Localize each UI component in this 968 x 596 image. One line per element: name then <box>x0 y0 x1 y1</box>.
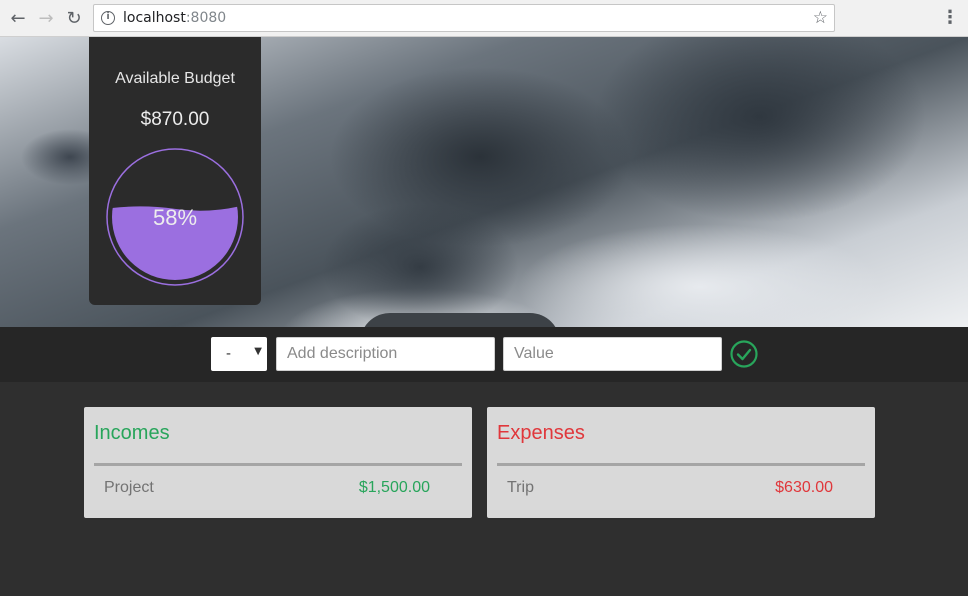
reload-icon[interactable]: ↻ <box>62 6 86 30</box>
value-input[interactable] <box>503 337 722 371</box>
incomes-title: Incomes <box>94 422 170 444</box>
expenses-title: Expenses <box>497 422 585 444</box>
gauge-percent: 58% <box>152 205 198 230</box>
expenses-divider <box>497 463 865 466</box>
type-select[interactable]: - ▼ <box>211 337 267 371</box>
back-arrow-icon[interactable]: ← <box>6 6 30 30</box>
incomes-panel: Incomes Project $1,500.00 <box>84 407 472 518</box>
type-select-value: - <box>226 345 231 362</box>
description-input[interactable] <box>276 337 495 371</box>
budget-card: Available Budget $870.00 58% <box>89 37 261 305</box>
road-curve <box>360 313 560 327</box>
expenses-panel: Expenses Trip $630.00 <box>487 407 875 518</box>
income-name: Project <box>104 479 154 496</box>
expense-row[interactable]: Trip $630.00 <box>507 479 833 499</box>
budget-amount: $870.00 <box>140 109 210 130</box>
forward-arrow-icon[interactable]: → <box>34 6 58 30</box>
kebab-menu-icon[interactable]: ⋮ <box>940 6 960 30</box>
dropdown-arrow-icon: ▼ <box>254 346 262 357</box>
url-text: localhost:8080 <box>123 10 226 26</box>
url-port: :8080 <box>185 10 227 26</box>
info-icon[interactable]: i <box>101 11 115 25</box>
expense-amount: $630.00 <box>775 479 833 496</box>
bookmark-star-icon[interactable]: ☆ <box>813 8 828 28</box>
expense-name: Trip <box>507 479 534 496</box>
budget-gauge: 58% <box>105 147 245 287</box>
income-amount: $1,500.00 <box>358 479 430 496</box>
url-host: localhost <box>123 10 186 26</box>
add-entry-bar: - ▼ <box>0 327 968 382</box>
budget-title: Available Budget <box>115 70 235 87</box>
confirm-check-icon[interactable] <box>730 340 758 368</box>
browser-toolbar: ← → ↻ i localhost:8080 ☆ ⋮ <box>0 0 968 37</box>
incomes-divider <box>94 463 462 466</box>
income-row[interactable]: Project $1,500.00 <box>104 479 430 499</box>
address-bar[interactable]: i localhost:8080 ☆ <box>93 4 835 32</box>
